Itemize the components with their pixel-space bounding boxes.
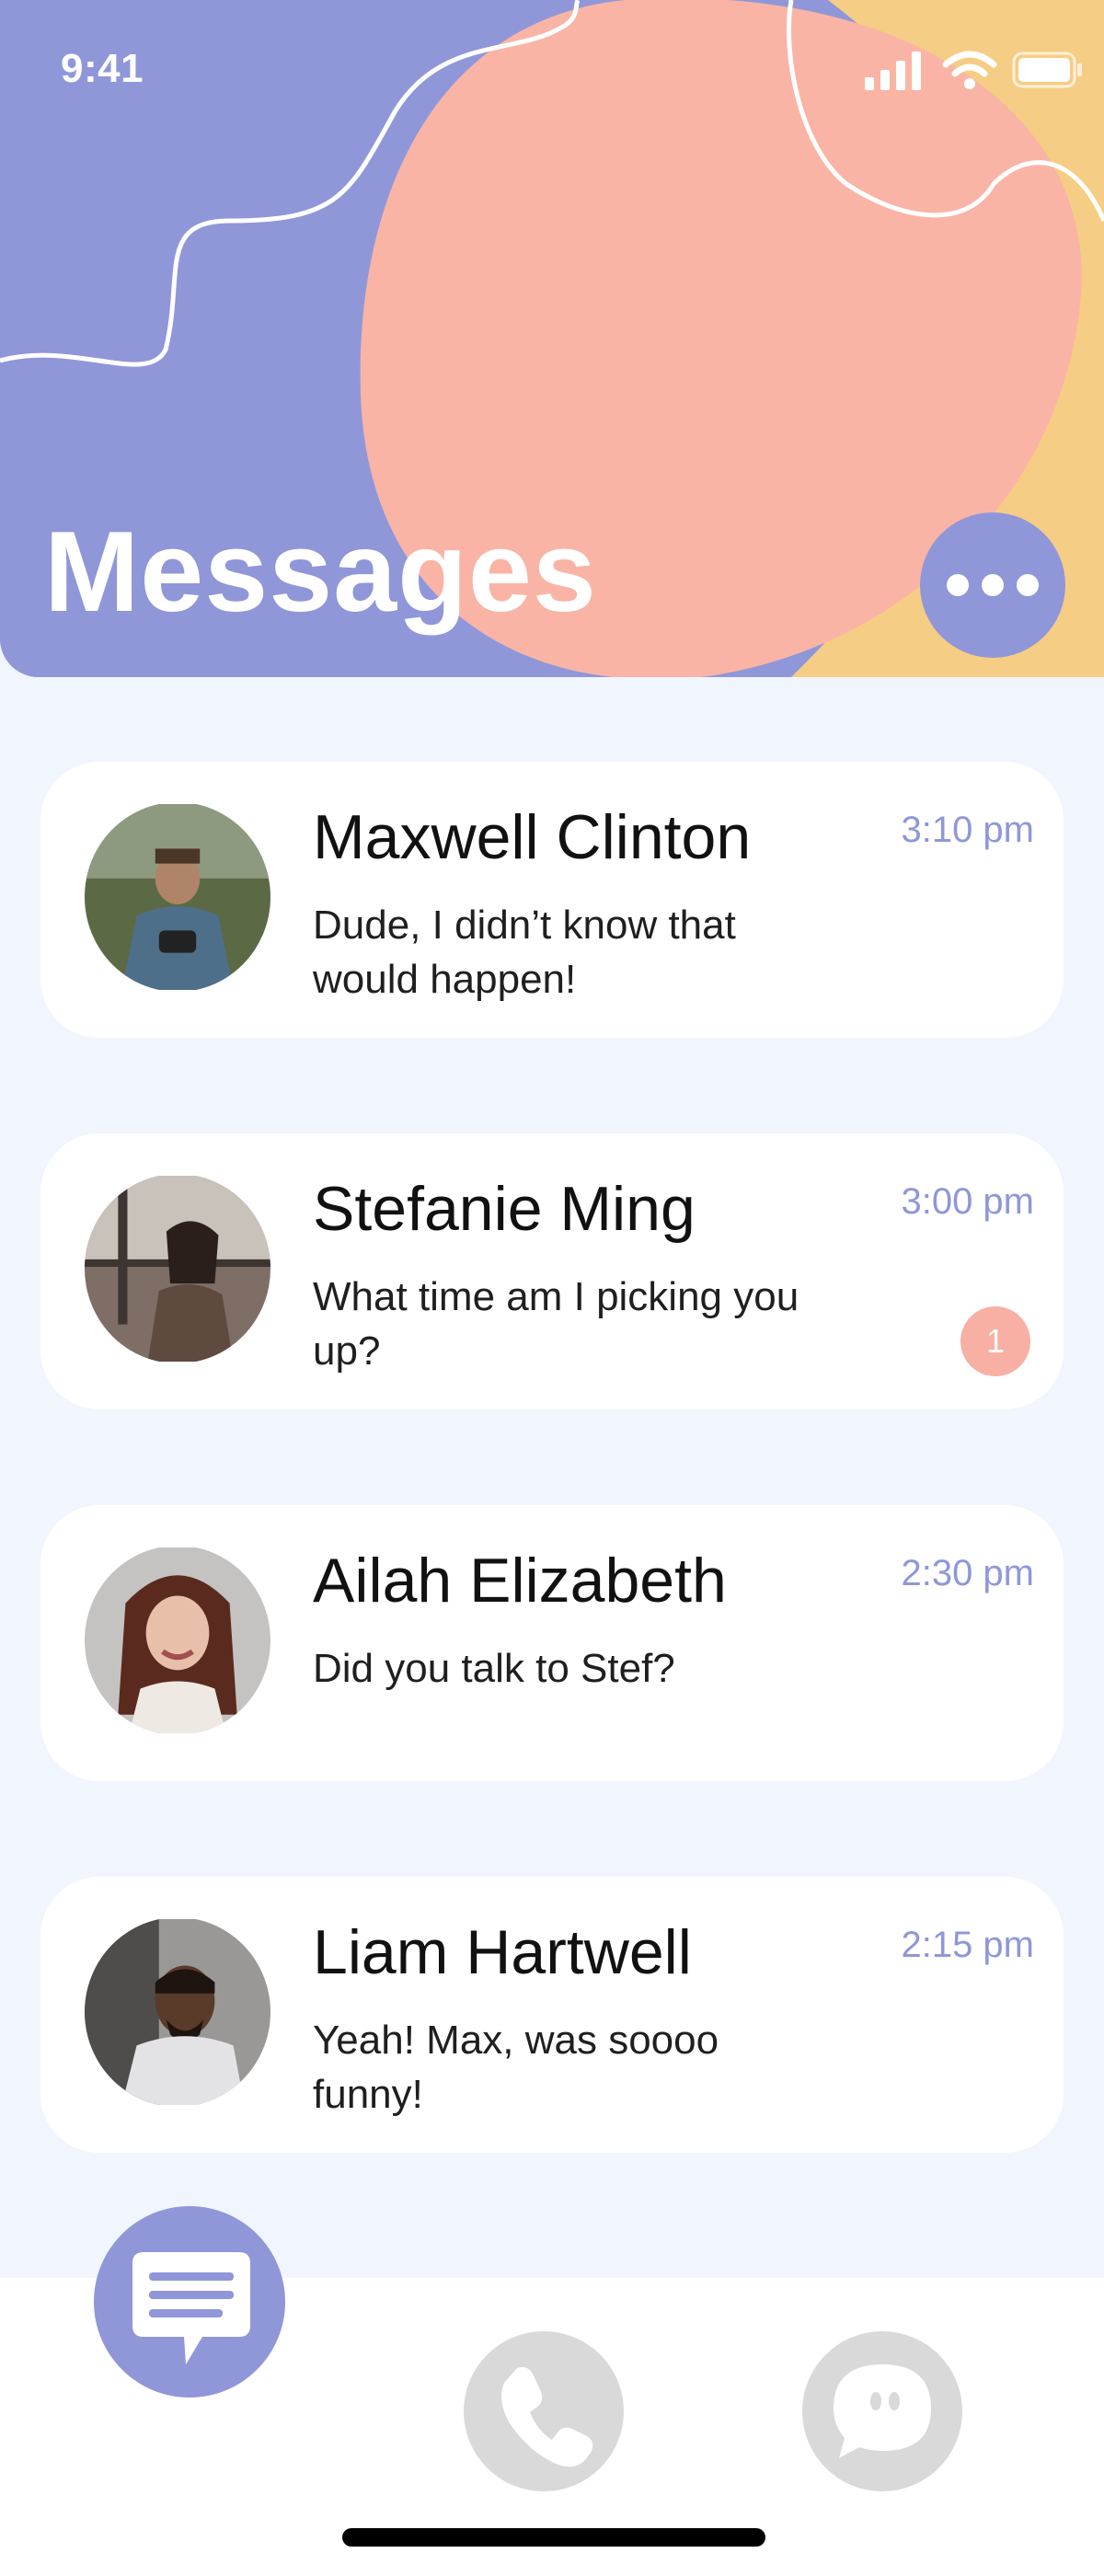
wifi-icon: [942, 50, 997, 90]
header: 9:41 Messages: [0, 0, 1104, 677]
message-lines-icon: [94, 2206, 285, 2398]
page-title: Messages: [44, 509, 597, 636]
tab-messages[interactable]: [94, 2206, 285, 2398]
message-preview: What time am I picking you up?: [313, 1274, 799, 1374]
contact-name: Maxwell Clinton: [313, 802, 752, 872]
contact-name: Stefanie Ming: [313, 1174, 696, 1244]
more-options-button[interactable]: [920, 512, 1065, 658]
status-icons: [865, 50, 1086, 90]
message-card[interactable]: Ailah Elizabeth Did you talk to Stef? 2:…: [40, 1505, 1064, 1781]
message-preview: Yeah! Max, was soooo funny!: [313, 2018, 719, 2118]
tab-calls[interactable]: [464, 2331, 624, 2491]
avatar: [85, 1546, 270, 1735]
message-time: 2:15 pm: [901, 1925, 1034, 1965]
message-card[interactable]: Stefanie Ming What time am I picking you…: [40, 1133, 1064, 1409]
status-bar: 9:41: [0, 0, 1104, 138]
message-card[interactable]: Liam Hartwell Yeah! Max, was soooo funny…: [40, 1877, 1064, 2153]
battery-icon: [1012, 52, 1084, 88]
message-time: 3:00 pm: [901, 1181, 1034, 1222]
phone-icon: [464, 2331, 624, 2491]
home-indicator: [342, 2528, 765, 2547]
tab-chat[interactable]: [802, 2331, 962, 2491]
status-time: 9:41: [61, 46, 144, 91]
unread-badge: 1: [960, 1306, 1030, 1376]
message-card[interactable]: Maxwell Clinton Dude, I didn’t know that…: [40, 762, 1064, 1038]
contact-name: Ailah Elizabeth: [313, 1546, 727, 1616]
avatar: [85, 802, 270, 992]
message-preview: Did you talk to Stef?: [313, 1646, 675, 1691]
more-horizontal-icon: [947, 574, 969, 596]
more-dot: [982, 574, 1004, 596]
avatar: [85, 1174, 270, 1363]
message-time: 2:30 pm: [901, 1553, 1034, 1593]
signal-icon: [865, 50, 924, 90]
avatar: [85, 1917, 270, 2107]
message-preview: Dude, I didn’t know that would happen!: [313, 903, 736, 1003]
contact-name: Liam Hartwell: [313, 1917, 692, 1987]
more-dot: [1017, 574, 1039, 596]
chat-bubble-icon: [802, 2331, 962, 2491]
message-time: 3:10 pm: [901, 810, 1034, 850]
